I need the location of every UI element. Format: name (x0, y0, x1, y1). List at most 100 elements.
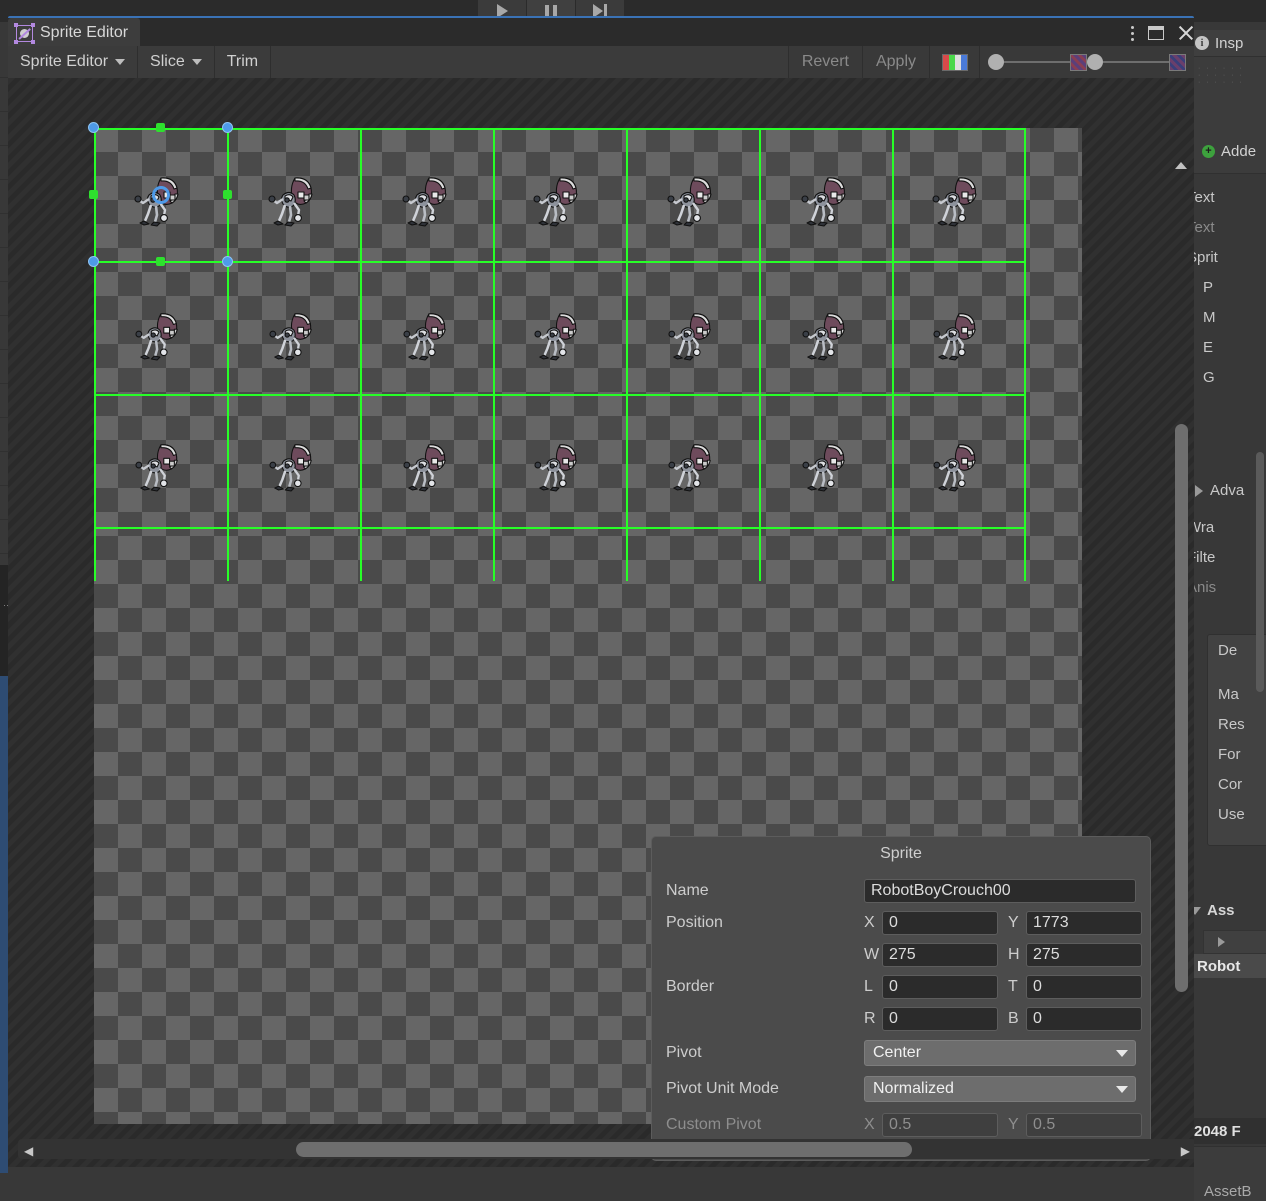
horizontal-scrollbar[interactable]: ◀ ▶ (18, 1139, 1194, 1159)
property-row[interactable]: Sprit (1187, 242, 1266, 272)
slider-track[interactable] (1103, 61, 1169, 63)
border-b-field[interactable]: 0 (1026, 1007, 1142, 1031)
width-field[interactable]: 275 (882, 943, 998, 967)
property-row[interactable]: Text (1187, 212, 1266, 242)
sprite-frame[interactable] (400, 306, 454, 364)
scroll-right-arrow[interactable]: ▶ (1181, 1144, 1190, 1158)
close-icon[interactable] (1178, 25, 1194, 41)
sprite-frame[interactable] (132, 437, 186, 495)
platform-row[interactable]: Cor (1208, 769, 1266, 799)
resize-handle-top[interactable] (156, 123, 165, 132)
resize-handle-br[interactable] (222, 256, 233, 267)
sprite-frame[interactable] (665, 437, 719, 495)
platform-label: De (1218, 641, 1238, 659)
rgb-channel-button[interactable] (930, 46, 980, 78)
pivot-unit-mode-dropdown[interactable]: Normalized (864, 1076, 1136, 1102)
border-t-field[interactable]: 0 (1026, 975, 1142, 999)
inspector-scrollbar[interactable] (1256, 452, 1264, 692)
sprite-frame[interactable] (399, 170, 455, 230)
pivot-row: Pivot Center (652, 1035, 1150, 1071)
sprite-frame[interactable] (799, 437, 853, 495)
asset-bundle-row[interactable] (1203, 930, 1266, 954)
property-row[interactable]: Anis (1187, 572, 1266, 602)
resolution-label: :2048 F (1189, 1122, 1241, 1140)
sprite-frame[interactable] (531, 437, 585, 495)
trim-button[interactable]: Trim (214, 46, 272, 78)
tab-inspector-label: Insp (1215, 34, 1244, 52)
property-row[interactable]: G (1187, 362, 1266, 392)
border-l-field[interactable]: 0 (882, 975, 998, 999)
slice-menu-button[interactable]: Slice (138, 46, 215, 78)
sprite-frame[interactable] (665, 306, 719, 364)
sprite-frame[interactable] (530, 170, 586, 230)
sprite-frame[interactable] (929, 170, 985, 230)
sprite-frame[interactable] (798, 170, 854, 230)
name-label: Name (666, 882, 709, 899)
slider-knob[interactable] (988, 54, 1004, 70)
kebab-icon[interactable] (1131, 25, 1134, 41)
resize-handle-left[interactable] (89, 190, 98, 199)
add-component-button[interactable]: + Adde (1202, 143, 1256, 160)
property-row[interactable]: Wra (1187, 512, 1266, 542)
sprite-frame[interactable] (266, 306, 320, 364)
property-row[interactable]: E (1187, 332, 1266, 362)
tab-inspector[interactable]: i Insp (1187, 30, 1266, 56)
sprite-frame[interactable] (265, 170, 321, 230)
position-x-field[interactable]: 0 (882, 911, 998, 935)
resize-handle-right[interactable] (223, 190, 232, 199)
sprite-frame[interactable] (799, 306, 853, 364)
sprite-frame[interactable] (132, 306, 186, 364)
maximize-icon[interactable] (1148, 26, 1164, 40)
sprite-frame[interactable] (266, 437, 320, 495)
apply-button[interactable]: Apply (862, 46, 930, 78)
toolbar-spacer (271, 46, 789, 78)
selected-asset-row[interactable]: Robot (1189, 954, 1266, 978)
scroll-left-arrow[interactable]: ◀ (24, 1144, 33, 1158)
slider-track[interactable] (1004, 61, 1070, 63)
height-field[interactable]: 275 (1026, 943, 1142, 967)
slider-knob[interactable] (1087, 54, 1103, 70)
sprite-selection[interactable] (88, 122, 233, 267)
platform-row[interactable]: For (1208, 739, 1266, 769)
advanced-foldout[interactable]: Adva (1195, 482, 1244, 499)
border-r-field[interactable]: 0 (882, 1007, 998, 1031)
property-row[interactable]: Filte (1187, 542, 1266, 572)
sprite-frame[interactable] (664, 170, 720, 230)
sprite-canvas[interactable]: Sprite Name RobotBoyCrouch00 Position X … (8, 78, 1194, 1167)
revert-button[interactable]: Revert (788, 46, 863, 78)
pivot-icon[interactable] (152, 186, 170, 204)
custom-pivot-x-label: X (864, 1116, 875, 1133)
resize-handle-bl[interactable] (88, 256, 99, 267)
platform-row[interactable]: Use (1208, 799, 1266, 829)
asset-bundle-footer-label: AssetB (1204, 1183, 1252, 1200)
selected-asset-label: Robot (1197, 957, 1241, 975)
resize-handle-bottom[interactable] (156, 257, 165, 266)
pivot-unit-mode-label: Pivot Unit Mode (666, 1080, 779, 1097)
window-titlebar[interactable] (8, 18, 1194, 48)
vertical-scroll-thumb[interactable] (1175, 424, 1188, 992)
property-row[interactable]: Text (1187, 182, 1266, 212)
scroll-up-arrow[interactable] (1175, 162, 1187, 172)
zoom-slider[interactable] (988, 53, 1087, 71)
platform-row[interactable]: Res (1208, 709, 1266, 739)
horizontal-scroll-thumb[interactable] (296, 1142, 912, 1157)
grid-line-h (94, 527, 1026, 529)
sprite-frame[interactable] (930, 437, 984, 495)
pivot-label: Pivot (666, 1044, 702, 1061)
sprite-editor-menu-button[interactable]: Sprite Editor (8, 46, 139, 78)
sprite-frame[interactable] (930, 306, 984, 364)
resize-handle-tr[interactable] (222, 122, 233, 133)
vertical-scrollbar[interactable] (1174, 162, 1188, 1167)
alpha-slider[interactable] (1087, 53, 1186, 71)
sprite-properties-panel: Sprite Name RobotBoyCrouch00 Position X … (651, 836, 1151, 1161)
sprite-frame[interactable] (400, 437, 454, 495)
resize-handle-tl[interactable] (88, 122, 99, 133)
pivot-dropdown[interactable]: Center (864, 1040, 1136, 1066)
tab-sprite-editor[interactable]: Sprite Editor (8, 18, 141, 48)
property-row[interactable]: P (1187, 272, 1266, 302)
name-field[interactable]: RobotBoyCrouch00 (864, 879, 1136, 903)
position-y-field[interactable]: 1773 (1026, 911, 1142, 935)
property-row[interactable]: M (1187, 302, 1266, 332)
sprite-frame[interactable] (531, 306, 585, 364)
asset-bundle-foldout[interactable]: Ass (1189, 902, 1235, 919)
